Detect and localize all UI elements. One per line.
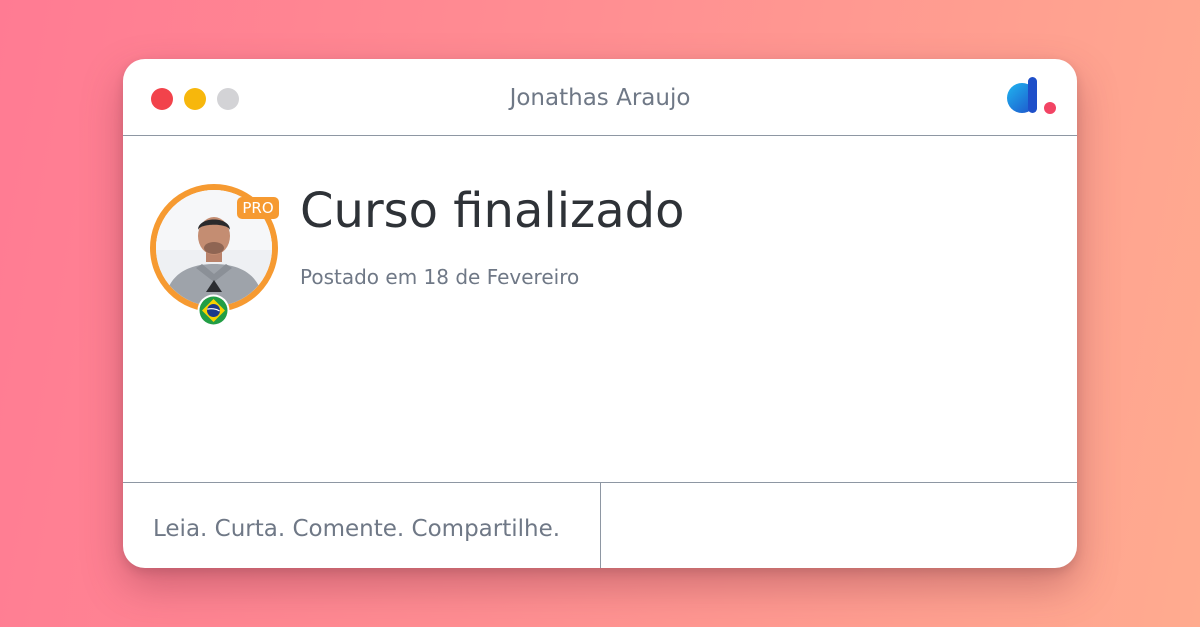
window-title: Jonathas Araujo xyxy=(509,85,691,111)
pro-badge: PRO xyxy=(237,197,279,219)
post-card-window: Jonathas Araujo PRO Curso finalizado Pos… xyxy=(123,59,1077,568)
footer-tagline: Leia. Curta. Comente. Compartilhe. xyxy=(153,516,561,542)
author-avatar[interactable]: PRO xyxy=(150,184,279,327)
brazil-flag-icon xyxy=(197,294,230,327)
card-footer: Leia. Curta. Comente. Compartilhe. xyxy=(123,482,1077,568)
post-title[interactable]: Curso finalizado xyxy=(300,183,685,239)
post-date: Postado em 18 de Fevereiro xyxy=(300,265,580,289)
dev-logo-icon[interactable] xyxy=(1003,75,1063,121)
post-content: PRO Curso finalizado Postado em 18 de Fe… xyxy=(123,136,1077,481)
title-bar: Jonathas Araujo xyxy=(123,59,1077,136)
footer-divider xyxy=(600,483,601,568)
